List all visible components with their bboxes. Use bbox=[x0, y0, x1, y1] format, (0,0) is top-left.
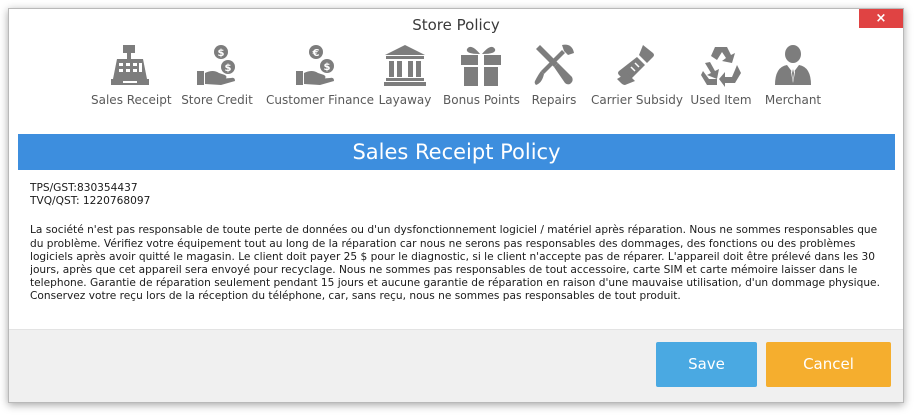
svg-text:$: $ bbox=[225, 63, 232, 74]
toolbar-item-sales-receipt[interactable]: Sales Receipt bbox=[91, 43, 172, 107]
window-title: Store Policy bbox=[412, 16, 500, 34]
phone-icon bbox=[617, 45, 654, 85]
toolbar-item-label: Bonus Points bbox=[443, 93, 520, 107]
toolbar-item-layaway[interactable]: Layaway bbox=[377, 43, 433, 107]
cancel-button[interactable]: Cancel bbox=[766, 342, 891, 387]
title-bar: Store Policy × bbox=[9, 9, 903, 40]
hand-euro-money-icon: € $ bbox=[296, 45, 334, 85]
svg-text:$: $ bbox=[218, 48, 225, 59]
close-icon: × bbox=[875, 11, 887, 26]
svg-text:$: $ bbox=[324, 62, 331, 73]
gift-icon bbox=[461, 46, 501, 86]
toolbar-item-label: Sales Receipt bbox=[91, 93, 172, 107]
close-button[interactable]: × bbox=[859, 9, 903, 28]
policy-toolbar: Sales Receipt $ $ Store Credit € $ Custo… bbox=[9, 43, 903, 129]
recycle-icon bbox=[701, 47, 741, 87]
toolbar-item-customer-finance[interactable]: € $ Customer Finance bbox=[266, 43, 375, 107]
save-button[interactable]: Save bbox=[656, 342, 757, 387]
toolbar-item-repairs[interactable]: Repairs bbox=[527, 43, 581, 107]
policy-heading: Sales Receipt Policy bbox=[18, 134, 895, 170]
toolbar-item-label: Carrier Subsidy bbox=[591, 93, 683, 107]
tps-gst-number: TPS/GST:830354437 bbox=[30, 182, 138, 194]
hand-money-icon: $ $ bbox=[197, 45, 235, 85]
toolbar-item-label: Customer Finance bbox=[266, 93, 375, 107]
toolbar-item-label: Repairs bbox=[531, 93, 577, 107]
merchant-icon bbox=[775, 45, 811, 85]
toolbar-item-label: Used Item bbox=[690, 93, 752, 107]
dialog-footer: Save Cancel bbox=[9, 329, 903, 402]
toolbar-item-label: Layaway bbox=[378, 93, 432, 107]
tvq-qst-number: TVQ/QST: 1220768097 bbox=[30, 195, 151, 208]
toolbar-item-label: Store Credit bbox=[181, 93, 253, 107]
toolbar-item-carrier-subsidy[interactable]: Carrier Subsidy bbox=[591, 43, 683, 107]
toolbar-item-store-credit[interactable]: $ $ Store Credit bbox=[179, 43, 255, 107]
cash-register-icon bbox=[111, 45, 149, 85]
bank-icon bbox=[384, 45, 426, 86]
toolbar-item-bonus-points[interactable]: Bonus Points bbox=[443, 43, 520, 107]
svg-text:€: € bbox=[312, 48, 320, 59]
tools-icon bbox=[534, 44, 574, 85]
toolbar-item-label: Merchant bbox=[764, 93, 822, 107]
toolbar-item-used-item[interactable]: Used Item bbox=[689, 43, 753, 107]
toolbar-item-merchant[interactable]: Merchant bbox=[761, 43, 825, 107]
policy-text-area[interactable]: TPS/GST:830354437 TVQ/QST: 1220768097 La… bbox=[30, 182, 885, 305]
store-policy-dialog: Store Policy × Sales Receipt $ $ Store C… bbox=[8, 8, 904, 403]
policy-body: La société n'est pas responsable de tout… bbox=[30, 224, 880, 303]
